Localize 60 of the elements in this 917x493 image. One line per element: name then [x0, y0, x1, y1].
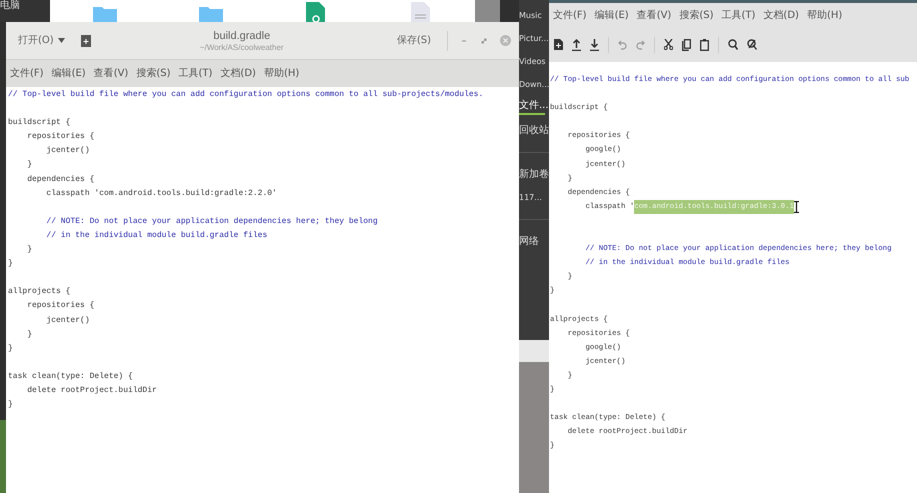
- open-button[interactable]: 打开(O): [14, 33, 69, 48]
- menu-item[interactable]: 文档(D): [220, 66, 256, 81]
- menu-item[interactable]: 工具(T): [178, 66, 212, 81]
- code-line: delete rootProject.buildDir: [26, 384, 157, 397]
- menu-item[interactable]: 文件(F): [553, 8, 587, 22]
- code-line: }: [8, 258, 13, 270]
- download-icon[interactable]: [590, 38, 599, 50]
- menu-item[interactable]: 编辑(E): [52, 66, 86, 81]
- code-line: buildscript {: [8, 117, 70, 130]
- code-line: allprojects {: [8, 286, 70, 298]
- sidebar-item[interactable]: 文件...: [519, 100, 549, 112]
- paste-icon[interactable]: [700, 38, 709, 50]
- menu-item[interactable]: 文档(D): [763, 8, 799, 22]
- menu-item[interactable]: 查看(V): [94, 66, 128, 81]
- code-comment: // NOTE: Do not place your application dependencies here; they belong: [45, 216, 378, 228]
- new-document-icon[interactable]: [80, 34, 91, 46]
- code-line: }: [8, 342, 13, 355]
- code-line: jcenter(): [45, 314, 90, 326]
- code-line: classpath 'com.android.tools.build:gradle:2.2.0': [45, 188, 277, 200]
- menu-item[interactable]: 搜索(S): [136, 66, 170, 81]
- file-icon: [306, 2, 325, 22]
- save-button[interactable]: 保存(S): [392, 33, 435, 48]
- find-replace-icon[interactable]: [747, 39, 757, 50]
- code-line: repositories {: [26, 300, 94, 312]
- code-line: jcenter(): [45, 145, 90, 158]
- menu-item[interactable]: 搜索(S): [679, 8, 714, 22]
- sidebar-item[interactable]: 回收站: [519, 124, 549, 136]
- window-title: build.gradle: [213, 28, 270, 42]
- menu-item[interactable]: 工具(T): [722, 8, 756, 22]
- dropdown-caret-icon: [58, 38, 65, 43]
- menu-item[interactable]: 文件(F): [10, 66, 44, 81]
- code-line: repositories {: [26, 131, 94, 144]
- sidebar-item[interactable]: Videos: [519, 56, 546, 66]
- toolbar-strip: [519, 340, 549, 362]
- menu-item[interactable]: 帮助(H): [264, 66, 300, 81]
- code-line: }: [26, 328, 32, 341]
- code-line: }: [26, 159, 32, 172]
- copy-icon[interactable]: [682, 38, 691, 50]
- cut-icon[interactable]: [664, 39, 673, 50]
- menu-item[interactable]: 帮助(H): [806, 8, 842, 22]
- sidebar-item[interactable]: Music: [519, 10, 542, 20]
- desktop-panel: [0, 0, 50, 22]
- sidebar-item[interactable]: 新加卷: [519, 168, 549, 180]
- window-edge: [475, 0, 500, 22]
- new-document-icon[interactable]: [554, 39, 563, 50]
- code-line: dependencies {: [26, 174, 94, 186]
- code-line: task clean(type: Delete) {: [8, 370, 133, 383]
- code-comment: // in the individual module build.gradle files: [45, 230, 268, 242]
- upload-icon[interactable]: [572, 38, 581, 50]
- code-line: }: [26, 244, 32, 256]
- file-path: ~/Work/AS/coolweather: [200, 42, 284, 52]
- menu-item[interactable]: 编辑(E): [594, 8, 629, 22]
- menu-item[interactable]: 查看(V): [636, 8, 672, 22]
- code-line: }: [8, 399, 13, 412]
- sidebar-item[interactable]: Down...: [519, 80, 550, 90]
- sidebar-item[interactable]: 117...: [519, 192, 542, 202]
- sidebar-item[interactable]: 网络: [519, 236, 539, 248]
- sidebar-item[interactable]: Pictur...: [519, 34, 549, 44]
- search-icon[interactable]: [728, 39, 738, 50]
- code-comment: // Top-level build file where you can add configuration options common to all sub-projects/modules.: [8, 89, 484, 101]
